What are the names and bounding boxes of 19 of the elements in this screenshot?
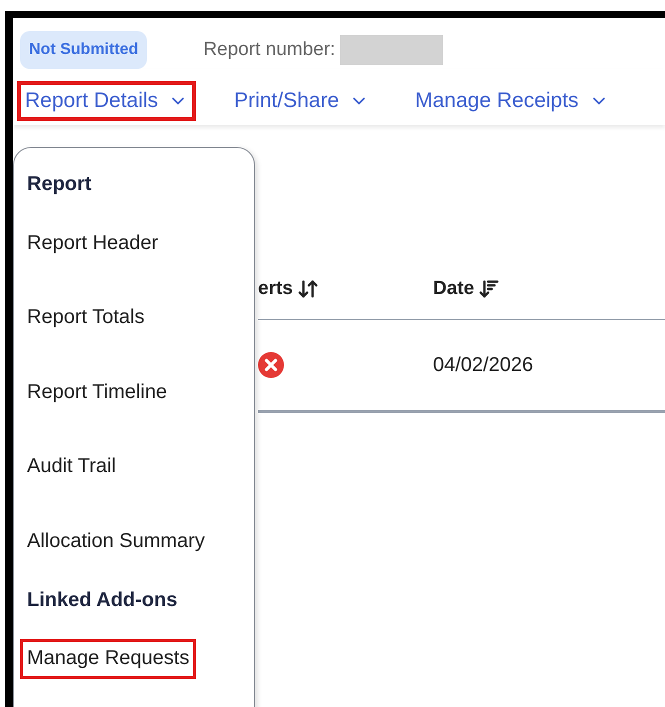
menu-item[interactable]: Audit Trail	[20, 430, 123, 504]
menu-section-heading: Linked Add-ons	[26, 588, 178, 613]
report-number-label: Report number:	[203, 39, 336, 61]
column-header: erts	[258, 278, 293, 300]
error-icon	[258, 352, 284, 378]
menu-item[interactable]: Report Header	[20, 206, 166, 280]
table-cell-text: 04/02/2026	[433, 354, 534, 376]
nav-menu-button[interactable]: Print/Share	[226, 81, 378, 121]
menu-item[interactable]: Manage Requests	[20, 638, 196, 678]
menu-item[interactable]: Report Totals	[20, 280, 152, 355]
menu-section-heading: Report	[26, 172, 92, 196]
nav-menu-button[interactable]: Manage Receipts	[407, 81, 617, 121]
menu-item[interactable]: Allocation Summary	[20, 504, 212, 578]
nav-menu-button[interactable]: Report Details	[17, 81, 196, 121]
column-header: Date	[433, 278, 474, 300]
sort-icon[interactable]	[296, 278, 319, 300]
menu-item[interactable]: Report Timeline	[20, 355, 174, 430]
status-badge: Not Submitted	[20, 31, 148, 69]
sort-descending-icon[interactable]	[478, 278, 500, 300]
